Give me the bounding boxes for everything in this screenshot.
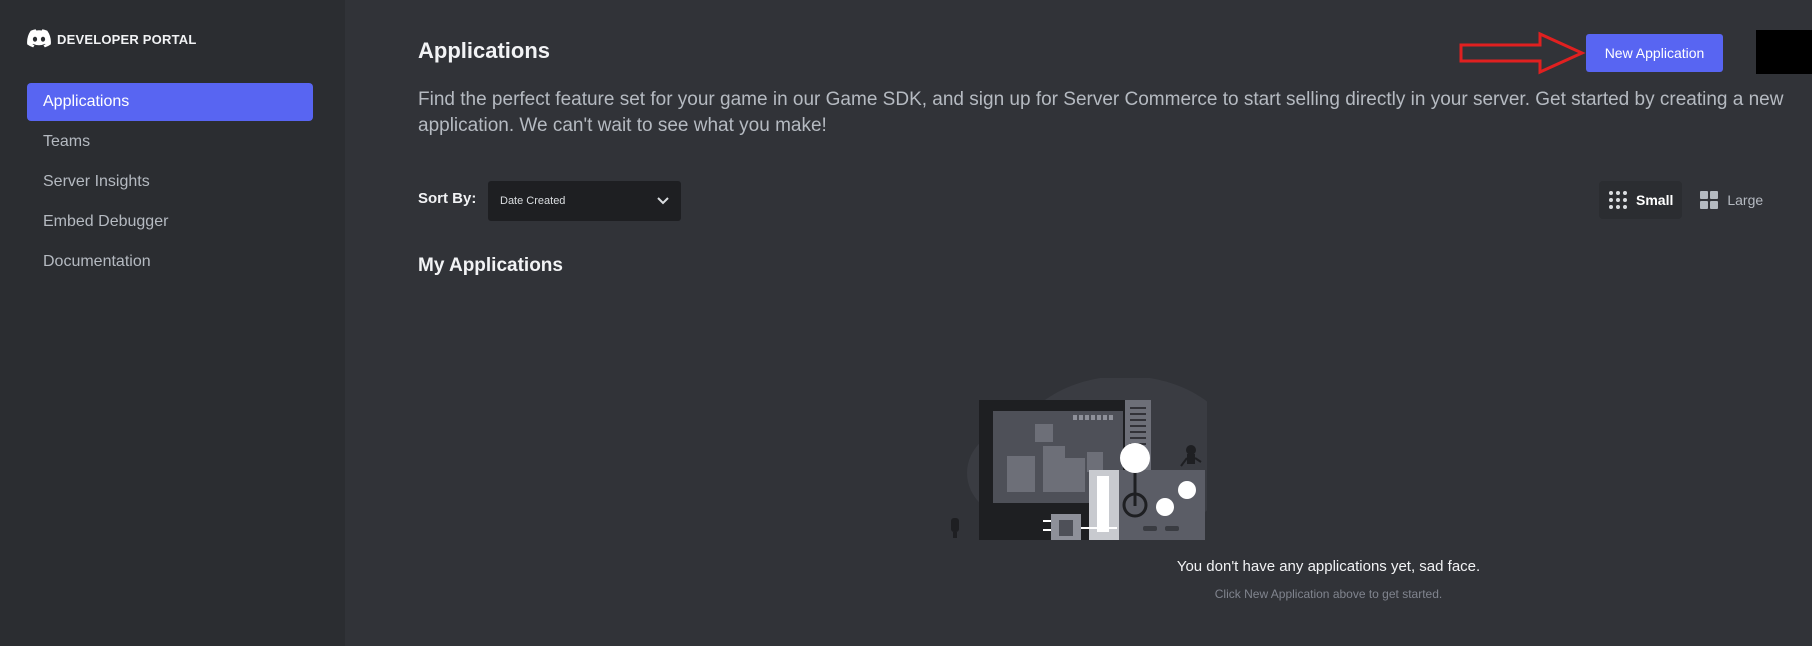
main-content: Applications New Application Find the pe… bbox=[345, 0, 1812, 646]
grid-large-icon bbox=[1700, 191, 1719, 209]
empty-state-illustration bbox=[951, 378, 1207, 540]
sidebar-item-embed-debugger[interactable]: Embed Debugger bbox=[27, 203, 313, 241]
annotation-arrow-icon bbox=[1459, 31, 1586, 75]
sidebar-item-applications[interactable]: Applications bbox=[27, 83, 313, 121]
empty-state-subtitle: Click New Application above to get start… bbox=[1214, 587, 1443, 601]
view-size-toggle: Small Large bbox=[1599, 181, 1772, 219]
view-small-button[interactable]: Small bbox=[1599, 181, 1683, 219]
discord-logo-icon bbox=[27, 29, 51, 48]
sidebar-item-server-insights[interactable]: Server Insights bbox=[27, 163, 313, 201]
view-large-button[interactable]: Large bbox=[1690, 181, 1772, 219]
my-applications-title: My Applications bbox=[418, 255, 563, 276]
brand[interactable]: DEVELOPER PORTAL bbox=[27, 29, 196, 49]
redacted-box bbox=[1756, 30, 1812, 74]
empty-state-title: You don't have any applications yet, sad… bbox=[1176, 558, 1481, 575]
sidebar-item-teams[interactable]: Teams bbox=[27, 123, 313, 161]
brand-title: DEVELOPER PORTAL bbox=[57, 31, 197, 47]
sidebar: DEVELOPER PORTAL Applications Teams Serv… bbox=[0, 0, 345, 646]
new-application-button[interactable]: New Application bbox=[1586, 34, 1723, 72]
sidebar-item-documentation[interactable]: Documentation bbox=[27, 243, 313, 281]
page-description: Find the perfect feature set for your ga… bbox=[418, 89, 1784, 136]
page-title: Applications bbox=[418, 38, 551, 63]
grid-small-icon bbox=[1609, 191, 1627, 209]
view-small-label: Small bbox=[1636, 192, 1674, 208]
sidebar-nav: Applications Teams Server Insights Embed… bbox=[27, 83, 313, 283]
sort-label: Sort By: bbox=[418, 190, 477, 207]
sort-selected-value: Date Created bbox=[500, 195, 566, 207]
view-large-label: Large bbox=[1727, 192, 1764, 208]
chevron-down-icon bbox=[657, 197, 669, 205]
sort-dropdown[interactable]: Date Created bbox=[488, 181, 681, 221]
